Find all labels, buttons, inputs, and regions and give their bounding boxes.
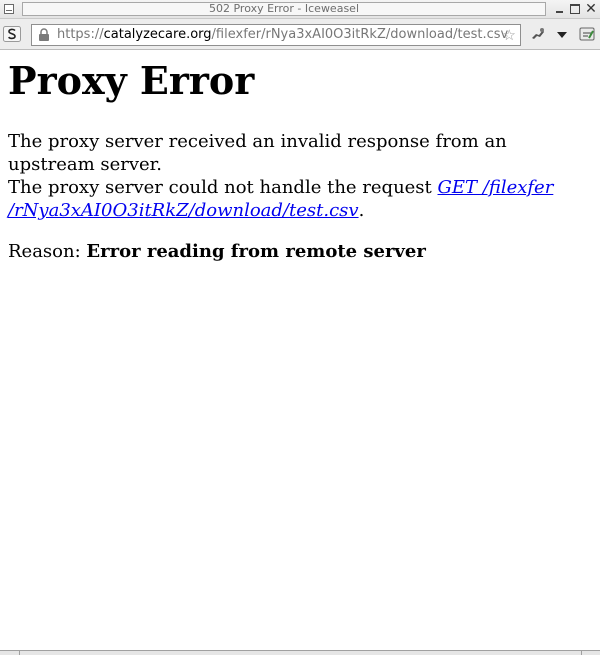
- scrollbar-left-divider: [19, 651, 20, 655]
- site-identity-icon[interactable]: [3, 25, 21, 43]
- lock-icon[interactable]: [38, 28, 50, 42]
- addon-icon[interactable]: [530, 26, 546, 42]
- window-menu-icon[interactable]: [4, 4, 14, 14]
- reason-value: Error reading from remote server: [86, 241, 426, 262]
- star-icon[interactable]: ☆: [503, 27, 516, 43]
- maximize-button[interactable]: [570, 4, 580, 14]
- error-line-2-prefix: The proxy server could not handle the re…: [8, 177, 438, 198]
- reason-line: Reason: Error reading from remote server: [8, 240, 426, 263]
- window-title: 502 Proxy Error - Iceweasel: [208, 2, 359, 15]
- request-link-part-2: /rNya3xAI0O3itRkZ/download/test.csv: [8, 200, 359, 221]
- scrollbar-right-divider: [581, 651, 582, 655]
- url-bar[interactable]: https://catalyzecare.org/filexfer/rNya3x…: [31, 24, 521, 46]
- reason-label: Reason:: [8, 241, 87, 262]
- dropdown-arrow-icon[interactable]: [557, 32, 567, 38]
- close-button[interactable]: ✕: [585, 2, 597, 16]
- url-host: catalyzecare.org: [103, 27, 212, 42]
- horizontal-scrollbar[interactable]: [0, 650, 600, 655]
- error-line-2-suffix: .: [358, 200, 365, 221]
- url-path: /filexfer/rNya3xAI0O3itRkZ/download/test…: [211, 27, 509, 42]
- request-link-part-1: GET /filexfer: [437, 177, 554, 198]
- navigation-toolbar: https://catalyzecare.org/filexfer/rNya3x…: [0, 19, 600, 50]
- page-title: Proxy Error: [8, 58, 255, 103]
- window-titlebar: 502 Proxy Error - Iceweasel ✕: [0, 0, 600, 19]
- tools-icon[interactable]: [579, 26, 595, 42]
- minimize-button[interactable]: [554, 3, 566, 15]
- error-line-1: The proxy server received an invalid res…: [8, 131, 507, 175]
- error-message: The proxy server received an invalid res…: [8, 130, 598, 222]
- url-text[interactable]: https://catalyzecare.org/filexfer/rNya3x…: [57, 25, 508, 45]
- page-content: Proxy Error The proxy server received an…: [0, 50, 600, 650]
- url-scheme: https://: [57, 27, 104, 42]
- window-title-box[interactable]: 502 Proxy Error - Iceweasel: [22, 2, 546, 16]
